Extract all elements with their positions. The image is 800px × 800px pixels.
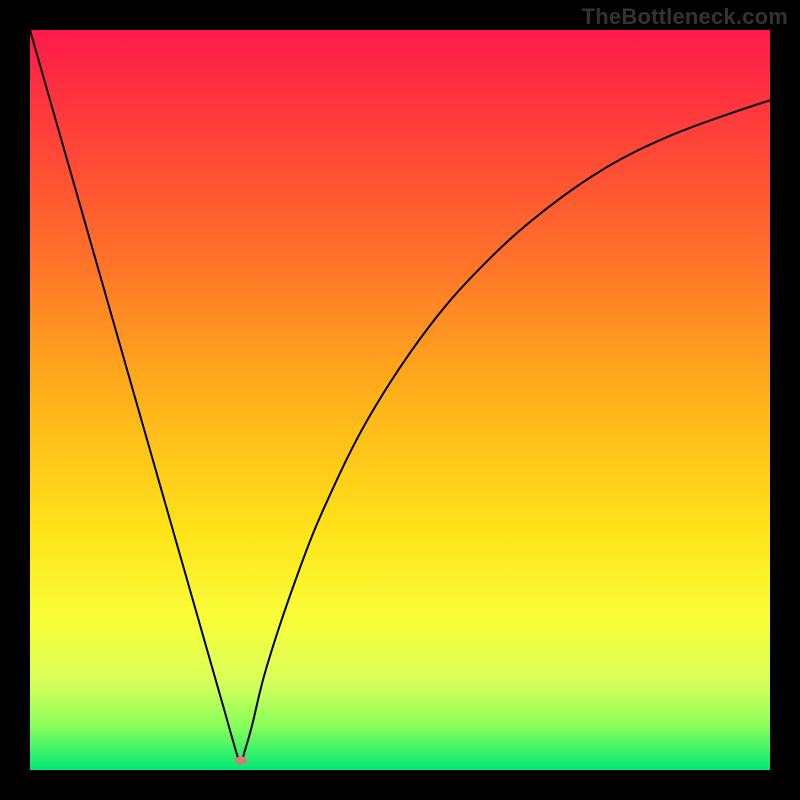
bottleneck-chart xyxy=(30,30,770,770)
watermark-label: TheBottleneck.com xyxy=(582,4,788,30)
chart-frame: TheBottleneck.com xyxy=(0,0,800,800)
chart-marker xyxy=(235,756,247,764)
